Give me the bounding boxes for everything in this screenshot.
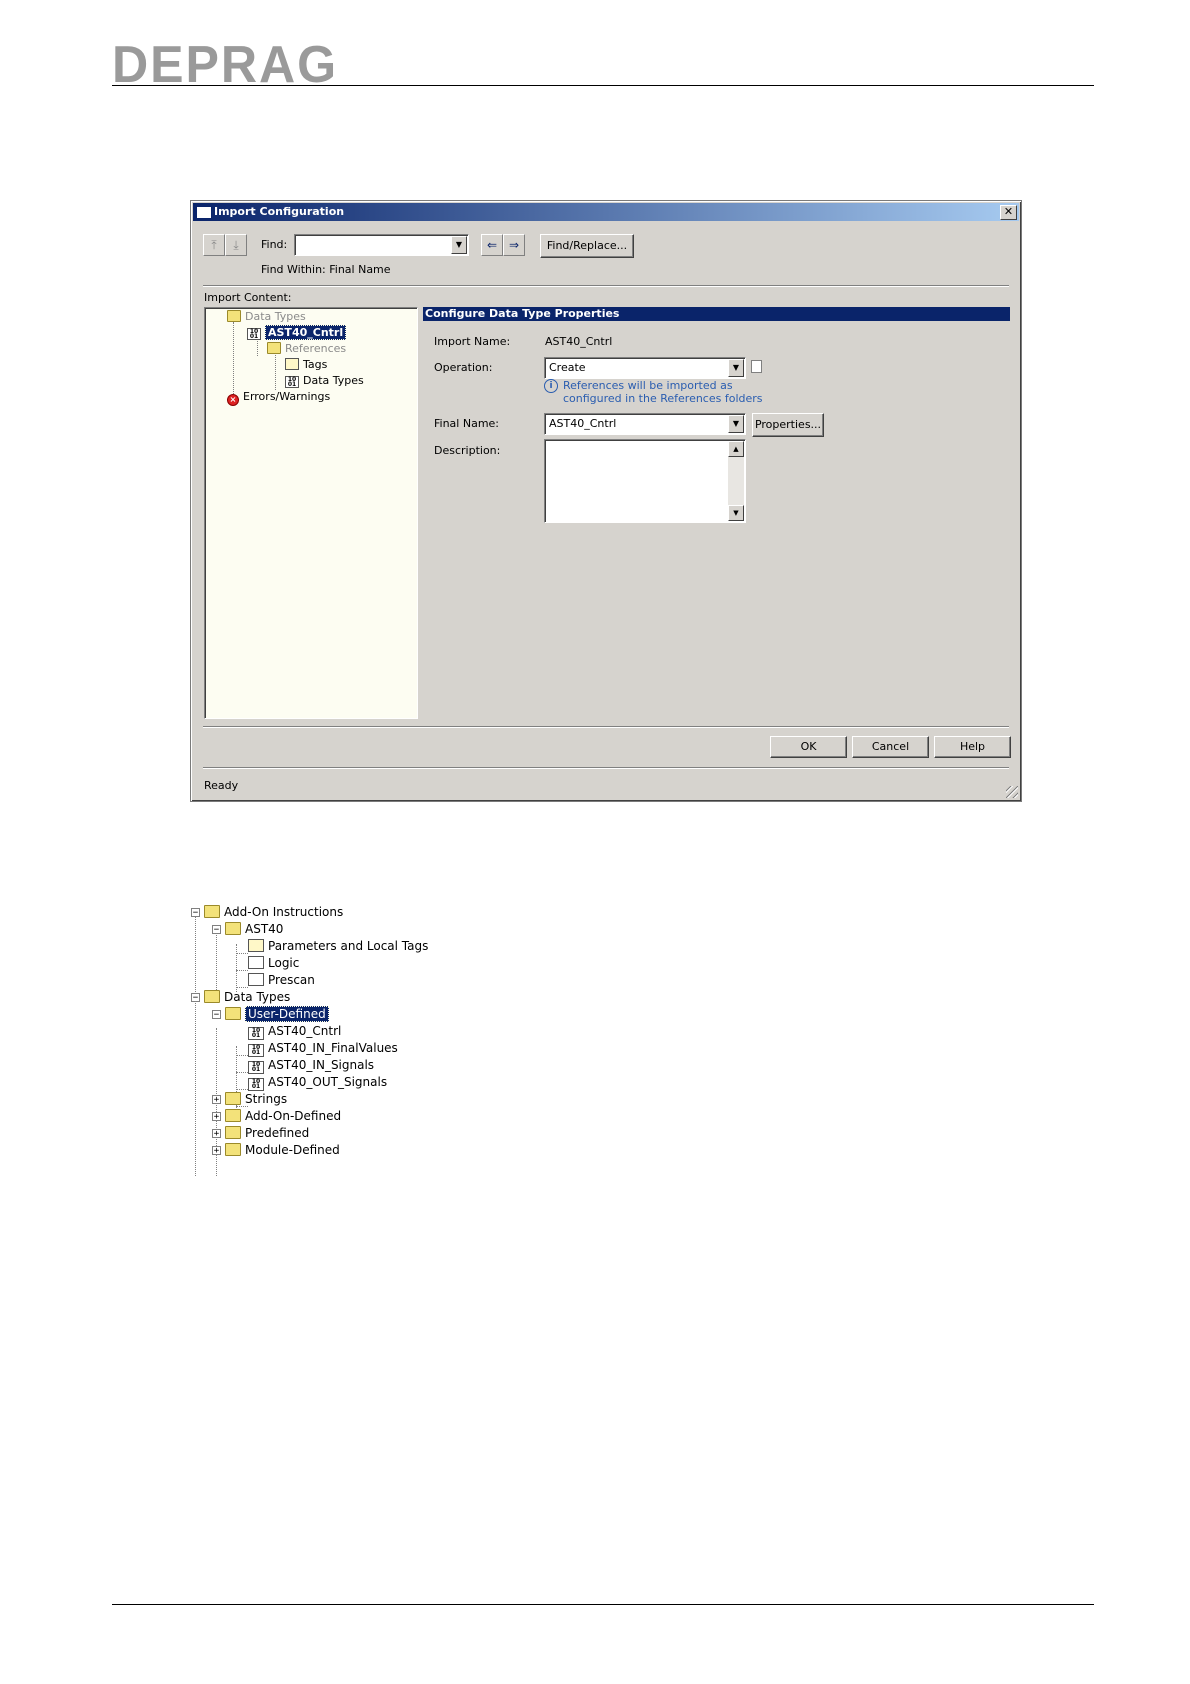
- info-line-1: References will be imported as: [563, 379, 733, 392]
- tree-item-data-types[interactable]: Data Types: [227, 310, 306, 324]
- final-name-label: Final Name:: [434, 417, 500, 430]
- find-replace-button[interactable]: Find/Replace...: [540, 234, 634, 258]
- aoi-folder-icon: [225, 922, 241, 935]
- find-within-text: Find Within: Final Name: [261, 263, 391, 276]
- bottom-separator: [203, 726, 1009, 728]
- tags-icon: [248, 939, 264, 952]
- datatype-icon: 10 01: [248, 1027, 264, 1040]
- chevron-down-icon[interactable]: ▼: [728, 415, 744, 433]
- chevron-down-icon[interactable]: ▼: [451, 236, 467, 254]
- datatype-icon: 10 01: [248, 1078, 264, 1091]
- folder-icon: [204, 905, 220, 918]
- binoculars-previous-icon: ⇐: [486, 238, 498, 252]
- import-name-label: Import Name:: [434, 335, 511, 348]
- import-name-value: AST40_Cntrl: [545, 335, 613, 348]
- properties-button[interactable]: Properties...: [752, 413, 824, 437]
- folder-datatypes-icon: [225, 1092, 241, 1105]
- datatype-icon: 10 01: [285, 376, 299, 388]
- ok-button[interactable]: OK: [770, 736, 847, 758]
- expand-icon[interactable]: +: [212, 1146, 221, 1156]
- description-textarea[interactable]: ▲ ▼: [544, 439, 746, 523]
- collapse-icon: ⤒: [211, 238, 217, 252]
- expand-icon[interactable]: +: [212, 1129, 221, 1139]
- expand-all-button[interactable]: ⤓: [225, 234, 247, 256]
- tags-icon: [285, 358, 299, 370]
- error-icon: ×: [227, 394, 239, 406]
- status-separator: [203, 767, 1009, 769]
- expand-icon[interactable]: +: [212, 1112, 221, 1122]
- find-label: Find:: [261, 238, 288, 251]
- info-icon: i: [544, 379, 558, 393]
- tree-node-ast40-cntrl[interactable]: 10 01 AST40_Cntrl: [248, 1023, 341, 1040]
- final-name-input[interactable]: AST40_Cntrl: [549, 414, 616, 434]
- final-name-combobox[interactable]: AST40_Cntrl ▼: [544, 413, 746, 435]
- deprag-logo: DEPRAG: [112, 40, 338, 86]
- operation-label: Operation:: [434, 361, 493, 374]
- folder-datatypes-icon: [227, 310, 241, 322]
- folder-datatypes-icon: [225, 1143, 241, 1156]
- footer-rule: [112, 1604, 1094, 1605]
- header-rule: [112, 85, 1094, 86]
- collapse-icon[interactable]: −: [191, 993, 200, 1003]
- tree-node-logic[interactable]: Logic: [248, 955, 299, 972]
- tree-item-data-types-ref[interactable]: 10 01 Data Types: [285, 374, 364, 388]
- datatype-icon: 10 01: [247, 328, 261, 340]
- tree-item-tags[interactable]: Tags: [285, 358, 327, 372]
- datatype-icon: 10 01: [248, 1044, 264, 1057]
- tree-item-ast40-cntrl[interactable]: 10 01 AST40_Cntrl: [247, 325, 347, 340]
- document-icon: [751, 360, 762, 373]
- folder-datatypes-icon: [225, 1109, 241, 1122]
- collapse-all-button[interactable]: ⤒: [203, 234, 225, 256]
- tree-node-parameters[interactable]: Parameters and Local Tags: [248, 938, 428, 955]
- help-button[interactable]: Help: [934, 736, 1011, 758]
- close-button[interactable]: ✕: [1000, 205, 1017, 220]
- tree-item-errors-warnings[interactable]: × Errors/Warnings: [227, 390, 330, 406]
- window-icon: [196, 206, 212, 219]
- logo-text: DEPRAG: [112, 40, 338, 86]
- prescan-icon: [248, 973, 264, 986]
- tree-node-prescan[interactable]: Prescan: [248, 972, 315, 989]
- logic-icon: [248, 956, 264, 969]
- datatype-icon: 10 01: [248, 1061, 264, 1074]
- tree-item-references[interactable]: References: [267, 342, 346, 356]
- tree-node-ast40-out-signals[interactable]: 10 01 AST40_OUT_Signals: [248, 1074, 387, 1091]
- resize-grip-icon[interactable]: [1006, 786, 1018, 798]
- import-content-tree[interactable]: Data Types 10 01 AST40_Cntrl References Ta…: [204, 307, 418, 719]
- info-line-2: configured in the References folders: [563, 392, 763, 405]
- operation-select[interactable]: Create ▼: [544, 357, 746, 379]
- tree-node-ast40-in-finalvalues[interactable]: 10 01 AST40_IN_FinalValues: [248, 1040, 398, 1057]
- status-text: Ready: [204, 779, 239, 792]
- folder-icon: [267, 342, 281, 354]
- collapse-icon[interactable]: −: [212, 1010, 221, 1020]
- panel-title: Configure Data Type Properties: [423, 307, 1010, 321]
- expand-icon[interactable]: +: [212, 1095, 221, 1105]
- find-previous-button[interactable]: ⇐: [481, 234, 503, 256]
- description-label: Description:: [434, 444, 501, 457]
- import-content-label: Import Content:: [204, 291, 292, 304]
- scroll-down-icon[interactable]: ▼: [728, 505, 744, 521]
- chevron-down-icon[interactable]: ▼: [728, 359, 744, 377]
- toolbar-separator: [203, 285, 1009, 287]
- description-scrollbar[interactable]: ▲ ▼: [728, 441, 744, 521]
- find-combobox[interactable]: ▼: [294, 234, 469, 256]
- find-next-button[interactable]: ⇒: [503, 234, 525, 256]
- expand-icon: ⤓: [233, 238, 239, 252]
- import-configuration-dialog: Import Configuration ✕ ⤒ ⤓ Find: ▼ ⇐ ⇒ F…: [190, 200, 1022, 802]
- folder-icon: [204, 990, 220, 1003]
- folder-datatypes-icon: [225, 1126, 241, 1139]
- project-organizer-tree: − Add-On Instructions − AST40 Parameters…: [190, 904, 590, 1176]
- collapse-icon[interactable]: −: [212, 925, 221, 935]
- tree-node-ast40-in-signals[interactable]: 10 01 AST40_IN_Signals: [248, 1057, 374, 1074]
- binoculars-next-icon: ⇒: [508, 238, 520, 252]
- scroll-up-icon[interactable]: ▲: [728, 441, 744, 457]
- folder-datatypes-icon: [225, 1007, 241, 1020]
- collapse-icon[interactable]: −: [191, 908, 200, 918]
- dialog-title: Import Configuration: [214, 205, 345, 218]
- dialog-titlebar[interactable]: Import Configuration ✕: [193, 203, 1019, 221]
- cancel-button[interactable]: Cancel: [852, 736, 929, 758]
